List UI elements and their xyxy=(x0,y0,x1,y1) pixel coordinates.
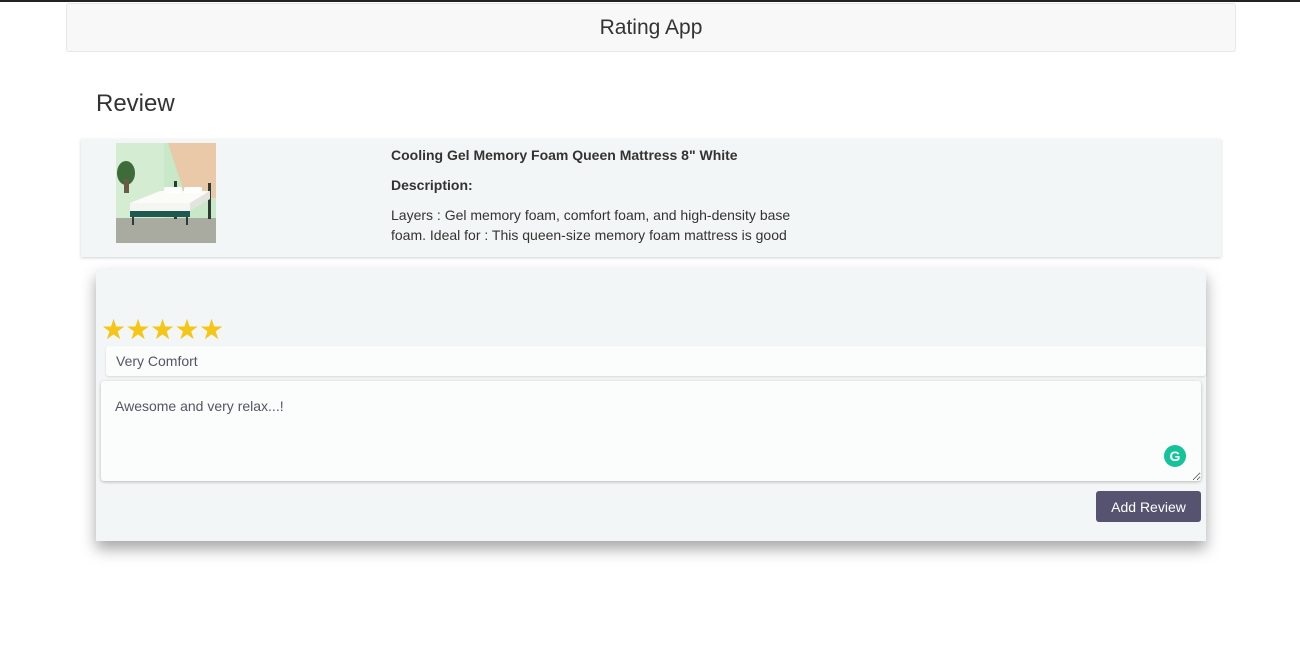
star-icon[interactable]: ★ xyxy=(126,314,151,346)
app-brand[interactable]: Rating App xyxy=(600,16,703,40)
product-title: Cooling Gel Memory Foam Queen Mattress 8… xyxy=(391,147,738,163)
navbar: Rating App xyxy=(66,3,1236,52)
mattress-photo xyxy=(116,143,216,243)
grammarly-icon[interactable]: G xyxy=(1164,445,1186,467)
description-text: Layers : Gel memory foam, comfort foam, … xyxy=(391,207,791,243)
product-info: Cooling Gel Memory Foam Queen Mattress 8… xyxy=(391,145,811,245)
page-title: Review xyxy=(96,90,175,117)
review-title-input[interactable] xyxy=(106,346,1206,376)
product-image xyxy=(116,143,216,243)
review-form: ★ ★ ★ ★ ★ Awesome and very relax...! G A… xyxy=(96,269,1206,541)
review-body-textarea[interactable]: Awesome and very relax...! xyxy=(101,381,1201,481)
top-rule xyxy=(0,0,1300,2)
star-icon[interactable]: ★ xyxy=(101,314,126,346)
star-icon[interactable]: ★ xyxy=(150,314,175,346)
product-card: Cooling Gel Memory Foam Queen Mattress 8… xyxy=(81,139,1221,257)
star-icon[interactable]: ★ xyxy=(199,314,224,346)
description-label: Description: xyxy=(391,177,473,193)
star-rating: ★ ★ ★ ★ ★ xyxy=(101,314,224,346)
star-icon[interactable]: ★ xyxy=(175,314,200,346)
add-review-button[interactable]: Add Review xyxy=(1096,491,1201,522)
